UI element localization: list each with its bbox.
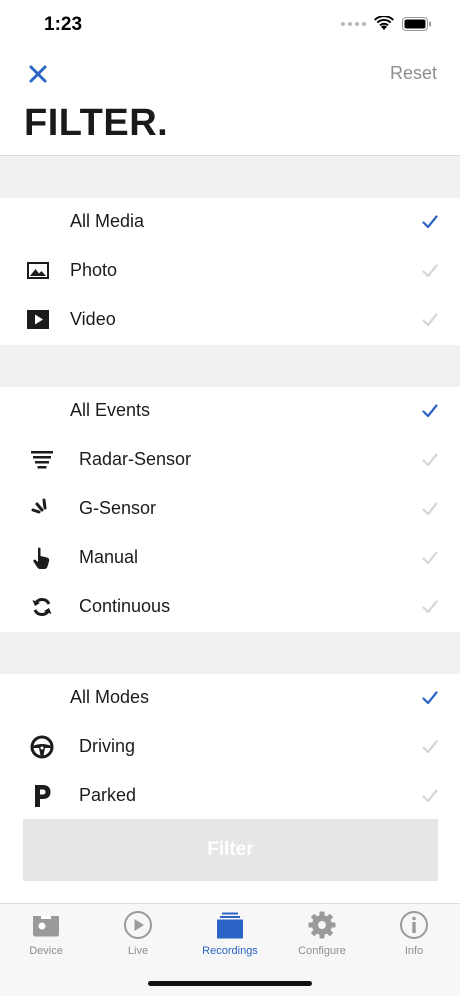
- wifi-icon: [374, 16, 394, 30]
- filter-row-label: All Media: [70, 211, 145, 231]
- tab-label: Info: [404, 945, 424, 957]
- filter-row-label: Manual: [79, 547, 139, 567]
- filter-row-label: Driving: [79, 736, 136, 756]
- page-title: FILTER.: [24, 102, 169, 144]
- home-indicator[interactable]: [148, 981, 312, 986]
- checkmark-icon: [422, 313, 438, 327]
- checkmark-icon: [422, 551, 438, 565]
- section-separator: [0, 156, 460, 198]
- filter-row-g-sensor[interactable]: G-Sensor: [0, 485, 460, 534]
- nav-bar: Reset: [0, 56, 460, 92]
- checkmark-icon: [422, 502, 438, 516]
- tab-live[interactable]: Live: [92, 904, 184, 974]
- filter-row-video[interactable]: Video: [0, 296, 460, 345]
- filter-row-driving[interactable]: Driving: [0, 723, 460, 772]
- tab-label: Configure: [298, 945, 346, 957]
- info-icon: [400, 911, 428, 939]
- checkmark-icon: [422, 264, 438, 278]
- tab-label: Recordings: [202, 945, 258, 957]
- steering-wheel-icon: [30, 735, 54, 759]
- tab-recordings[interactable]: Recordings: [184, 904, 276, 974]
- status-indicators: [341, 16, 432, 31]
- g-sensor-icon: [31, 498, 47, 514]
- filter-row-label: All Events: [70, 400, 151, 420]
- filter-row-all-media[interactable]: All Media: [0, 198, 460, 247]
- cellular-signal-icon: [341, 21, 366, 26]
- checkmark-icon: [422, 404, 438, 418]
- section-separator: [0, 632, 460, 674]
- tab-device[interactable]: Device: [0, 904, 92, 974]
- filter-row-label: All Modes: [70, 687, 150, 707]
- tab-configure[interactable]: Configure: [276, 904, 368, 974]
- hand-pointer-icon: [33, 547, 50, 569]
- tab-label: Device: [29, 945, 63, 957]
- filter-row-photo[interactable]: Photo: [0, 247, 460, 296]
- filter-row-parked[interactable]: Parked: [0, 772, 460, 821]
- filter-row-radar-sensor[interactable]: Radar-Sensor: [0, 436, 460, 485]
- radar-sensor-icon: [31, 451, 53, 469]
- checkmark-icon: [422, 691, 438, 705]
- close-icon[interactable]: [26, 62, 50, 86]
- filter-row-label: Continuous: [79, 596, 171, 616]
- checkmark-icon: [422, 789, 438, 803]
- filter-row-label: Photo: [70, 260, 118, 280]
- filter-row-all-modes[interactable]: All Modes: [0, 674, 460, 723]
- device-icon: [33, 916, 59, 937]
- battery-icon: [402, 16, 431, 31]
- status-bar: 1:23: [0, 0, 460, 50]
- checkmark-icon: [422, 215, 438, 229]
- checkmark-icon: [422, 740, 438, 754]
- checkmark-icon: [422, 600, 438, 614]
- filter-row-label: Radar-Sensor: [79, 449, 192, 469]
- filter-row-continuous[interactable]: Continuous: [0, 583, 460, 632]
- filter-row-label: Video: [70, 309, 116, 329]
- filter-row-label: G-Sensor: [79, 498, 157, 518]
- recordings-icon: [217, 912, 243, 939]
- photo-icon: [27, 262, 49, 279]
- parking-icon: [35, 785, 51, 807]
- sync-icon: [32, 598, 52, 616]
- status-time: 1:23: [44, 14, 83, 35]
- filter-button[interactable]: Filter: [23, 819, 438, 881]
- filter-row-all-events[interactable]: All Events: [0, 387, 460, 436]
- section-separator: [0, 345, 460, 387]
- video-icon: [27, 310, 49, 329]
- gear-icon: [308, 911, 336, 939]
- checkmark-icon: [422, 453, 438, 467]
- play-icon: [124, 911, 152, 939]
- reset-button[interactable]: Reset: [390, 63, 437, 84]
- filter-row-label: Parked: [79, 785, 137, 805]
- filter-row-manual[interactable]: Manual: [0, 534, 460, 583]
- tab-info[interactable]: Info: [368, 904, 460, 974]
- tab-label: Live: [127, 945, 149, 957]
